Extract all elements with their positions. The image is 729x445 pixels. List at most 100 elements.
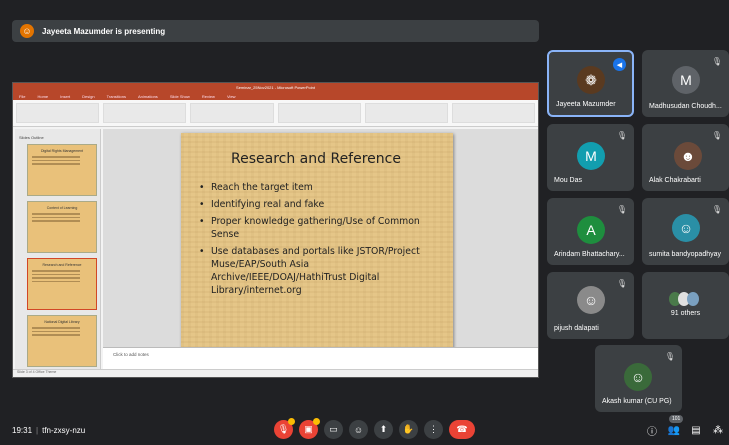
slide-thumbnail: National Digital Library xyxy=(27,315,97,367)
ppt-tab: Design xyxy=(82,93,95,99)
slide-bullet: Use databases and portals like JSTOR/Pro… xyxy=(199,245,433,297)
pane-tabs: Slides Outline xyxy=(19,135,44,140)
ppt-status-bar: Slide 3 of 4 Office Theme xyxy=(13,369,538,377)
ppt-tab: Slide Show xyxy=(169,93,190,99)
participant-name: Arindam Bhattachary... xyxy=(554,251,625,258)
ppt-tab: Animations xyxy=(138,93,158,99)
mic-off-icon: 🎙 xyxy=(711,205,722,214)
slide-thumbnails: Slides Outline Digital Rights Management… xyxy=(15,129,101,369)
participant-tile[interactable]: A 🎙 Arindam Bhattachary... xyxy=(547,198,634,265)
participant-tile[interactable]: ☺ 🎙 pijush dalapati xyxy=(547,272,634,339)
ppt-ribbon xyxy=(13,100,538,127)
slide-title: Research and Reference xyxy=(231,151,401,167)
slide-thumbnail: Digital Rights Management xyxy=(27,144,97,196)
slide-thumbnail-selected: Research and Reference xyxy=(27,258,97,310)
mic-off-icon: 🎙 xyxy=(711,57,722,66)
clock-time: 19:31 xyxy=(12,426,33,435)
bottom-toolbar: 19:31 | tfn-zxsy-nzu 🎙 ▣ ▭ ☺ ⬆ ✋ ⋮ ☎ ⓘ 👥 10… xyxy=(0,415,729,445)
ppt-ribbon-tabs: File Home Insert Design Transitions Anim… xyxy=(13,92,538,100)
participant-avatar: A xyxy=(577,216,605,244)
current-slide: Research and Reference Reach the target … xyxy=(181,133,453,353)
captions-icon[interactable]: ▭ xyxy=(324,420,343,439)
ribbon-group xyxy=(190,103,274,123)
info-icon[interactable]: ⓘ xyxy=(645,423,659,438)
ppt-window-title: Seminar_25Nov2021 - Microsoft PowerPoint xyxy=(13,83,538,92)
presenting-banner: ☺ Jayeeta Mazumder is presenting xyxy=(12,20,539,42)
activities-icon[interactable]: ⁂ xyxy=(711,423,725,437)
participant-tile[interactable]: ☻ 🎙 Alak Chakrabarti xyxy=(642,124,729,191)
call-controls: 🎙 ▣ ▭ ☺ ⬆ ✋ ⋮ ☎ xyxy=(274,418,475,439)
participant-name: Mou Das xyxy=(554,177,583,184)
slide-bullets: Reach the target item Identifying real a… xyxy=(199,181,433,297)
raise-hand-icon[interactable]: ✋ xyxy=(399,420,418,439)
participant-photo: ☺ xyxy=(624,363,652,391)
participant-photo: ☺ xyxy=(577,286,605,314)
others-count: 91 others xyxy=(670,310,701,317)
ribbon-group xyxy=(451,103,536,123)
participant-photo: ❁ xyxy=(577,66,605,94)
slide-thumbnail: Context of Learning xyxy=(27,201,97,253)
mic-off-icon: 🎙 xyxy=(664,352,675,361)
slide-bullet: Proper knowledge gathering/Use of Common… xyxy=(199,215,433,241)
slide-edit-area: Research and Reference Reach the target … xyxy=(103,129,538,347)
meeting-code: tfn-zxsy-nzu xyxy=(42,426,86,435)
chat-icon[interactable]: ▤ xyxy=(689,423,703,437)
warning-icon xyxy=(313,418,320,425)
presenter-avatar-icon: ☺ xyxy=(20,24,34,38)
ribbon-group xyxy=(16,103,100,123)
ppt-tab: Insert xyxy=(60,93,71,99)
hangup-icon[interactable]: ☎ xyxy=(449,420,475,439)
slide-bullet: Reach the target item xyxy=(199,181,433,194)
participant-name: Jayeeta Mazumder xyxy=(556,101,616,108)
mic-off-icon: 🎙 xyxy=(616,279,627,288)
others-tile[interactable]: 91 others xyxy=(642,272,729,339)
participant-photo: ☺ xyxy=(672,214,700,242)
participant-tile[interactable]: M 🎙 Madhusudan Choudh... xyxy=(642,50,729,117)
participant-avatar: M xyxy=(577,142,605,170)
ribbon-group xyxy=(103,103,187,123)
ppt-body: Slides Outline Digital Rights Management… xyxy=(13,129,538,369)
participant-tile[interactable]: M 🎙 Mou Das xyxy=(547,124,634,191)
participant-avatar: M xyxy=(672,66,700,94)
present-icon[interactable]: ⬆ xyxy=(374,420,393,439)
ribbon-group xyxy=(364,103,448,123)
ribbon-group xyxy=(277,103,361,123)
participant-name: pijush dalapati xyxy=(554,325,599,332)
people-count-badge: 101 xyxy=(669,415,684,423)
more-options-icon[interactable]: ⋮ xyxy=(424,420,443,439)
speaking-indicator-icon: ◀ xyxy=(613,58,626,71)
meeting-info: 19:31 | tfn-zxsy-nzu xyxy=(12,426,86,435)
ppt-tab: Home xyxy=(37,93,49,99)
participant-name: Alak Chakrabarti xyxy=(649,177,701,184)
warning-icon xyxy=(288,418,295,425)
thumbnail-title: National Digital Library xyxy=(44,320,80,324)
side-controls: ⓘ 👥 101 ▤ ⁂ xyxy=(645,415,725,438)
shared-screen: Seminar_25Nov2021 - Microsoft PowerPoint… xyxy=(12,82,539,378)
ppt-tab: Review xyxy=(201,93,215,99)
participant-name: Madhusudan Choudh... xyxy=(649,103,722,110)
presenting-text: Jayeeta Mazumder is presenting xyxy=(42,26,166,36)
mic-off-icon: 🎙 xyxy=(711,131,722,140)
mic-off-icon: 🎙 xyxy=(616,205,627,214)
others-group: 91 others xyxy=(642,292,729,317)
slide-bullet: Identifying real and fake xyxy=(199,198,433,211)
emoji-icon[interactable]: ☺ xyxy=(349,420,368,439)
participant-photo: ☻ xyxy=(674,142,702,170)
thumbnail-title: Context of Learning xyxy=(46,206,78,210)
ppt-tab: File xyxy=(19,93,26,99)
others-avatars xyxy=(642,292,729,306)
participant-tile[interactable]: ☺ 🎙 Akash kumar (CU PG) xyxy=(595,345,682,412)
thumbnail-title: Digital Rights Management xyxy=(40,149,84,153)
participant-tile[interactable]: ☺ 🎙 sumita bandyopadhyay xyxy=(642,198,729,265)
ppt-tab: View xyxy=(226,93,236,99)
ppt-tab: Transitions xyxy=(106,93,127,99)
participant-name: sumita bandyopadhyay xyxy=(649,251,721,258)
mic-off-icon: 🎙 xyxy=(616,131,627,140)
people-icon[interactable]: 👥 101 xyxy=(667,415,684,437)
notes-pane: Click to add notes xyxy=(103,347,538,369)
thumbnail-title: Research and Reference xyxy=(42,263,82,267)
participant-name: Akash kumar (CU PG) xyxy=(602,398,672,405)
camera-off-icon[interactable]: ▣ xyxy=(299,418,320,439)
mic-off-icon[interactable]: 🎙 xyxy=(274,418,295,439)
participant-tile[interactable]: ❁ ◀ Jayeeta Mazumder xyxy=(547,50,634,117)
